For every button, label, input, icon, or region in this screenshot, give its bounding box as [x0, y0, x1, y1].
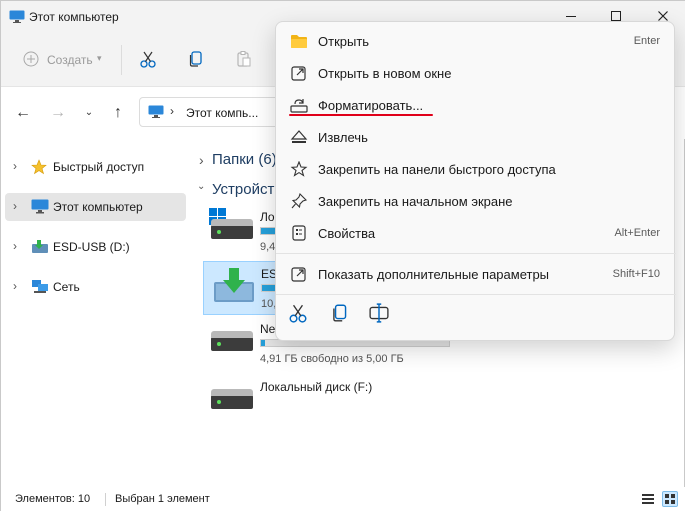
drive-free-space: 4,91 ГБ свободно из 5,00 ГБ [260, 353, 404, 365]
recent-chevron-icon[interactable]: ⌄ [78, 102, 100, 124]
sidebar-item-esd-usb[interactable]: › ESD-USB (D:) [5, 233, 186, 261]
context-menu: Открыть Enter Открыть в новом окне Форма… [275, 21, 676, 341]
back-arrow-icon[interactable]: ← [12, 102, 34, 124]
details-view-icon[interactable] [641, 492, 655, 506]
drive-tile[interactable]: Локальный диск (F:) [203, 375, 453, 429]
chevron-down-icon[interactable]: ⌄ [197, 181, 205, 192]
new-button-label[interactable]: Создать [47, 53, 93, 67]
menu-item-properties[interactable]: Свойства Alt+Enter [280, 218, 672, 248]
copy-icon[interactable] [330, 303, 354, 327]
menu-item-label: Свойства [318, 226, 376, 241]
menu-item-shortcut: Shift+F10 [612, 268, 660, 280]
sidebar-item-label: ESD-USB (D:) [53, 240, 130, 254]
drive-free-space: 10, [261, 298, 277, 310]
status-bar: Элементов: 10 Выбран 1 элемент [1, 487, 685, 511]
up-arrow-icon[interactable]: ↑ [107, 102, 129, 124]
properties-icon [290, 225, 308, 241]
cut-icon[interactable] [288, 303, 312, 327]
eject-icon [290, 129, 308, 145]
hdd-icon [211, 331, 253, 351]
sidebar-item-label: Быстрый доступ [53, 160, 145, 174]
hdd-icon [211, 389, 253, 409]
computer-icon [9, 10, 25, 23]
menu-item-shortcut: Enter [633, 35, 660, 47]
menu-item-label: Открыть в новом окне [318, 66, 452, 81]
chevron-right-icon[interactable]: › [13, 199, 17, 213]
menu-item-pin-quick-access[interactable]: Закрепить на панели быстрого доступа [280, 154, 672, 184]
sidebar-item-network[interactable]: › Сеть [5, 273, 186, 301]
menu-item-label: Показать дополнительные параметры [318, 267, 550, 282]
file-explorer-window: Этот компьютер Создать ▾ ← → ⌄ ↑ › Этот … [0, 0, 685, 511]
tiles-view-icon[interactable] [662, 491, 678, 507]
sidebar-item-label: Этот компьютер [53, 200, 143, 214]
window-title: Этот компьютер [29, 10, 119, 24]
sidebar-item-label: Сеть [53, 280, 80, 294]
chevron-right-icon[interactable]: › [199, 152, 204, 168]
computer-icon [148, 105, 164, 118]
folders-group-header[interactable]: Папки (6) [212, 151, 277, 168]
menu-item-open[interactable]: Открыть Enter [280, 26, 672, 56]
network-icon [31, 279, 49, 295]
rename-icon[interactable] [369, 303, 393, 327]
menu-item-label: Закрепить на начальном экране [318, 194, 513, 209]
paste-icon[interactable] [235, 50, 253, 68]
separator [121, 45, 122, 75]
chevron-down-icon: ▾ [97, 53, 102, 63]
menu-separator [276, 253, 676, 254]
folder-icon [290, 33, 308, 49]
status-selected: Выбран 1 элемент [115, 493, 210, 505]
menu-item-shortcut: Alt+Enter [614, 227, 660, 239]
menu-item-label: Закрепить на панели быстрого доступа [318, 162, 556, 177]
sidebar-item-this-pc[interactable]: › Этот компьютер [5, 193, 186, 221]
menu-item-eject[interactable]: Извлечь [280, 122, 672, 152]
drive-name: Ло [260, 210, 275, 224]
menu-item-open-new-window[interactable]: Открыть в новом окне [280, 58, 672, 88]
forward-arrow-icon[interactable]: → [47, 102, 69, 124]
more-options-icon [290, 266, 308, 282]
usb-drive-icon [212, 266, 256, 306]
plus-circle-icon [23, 51, 39, 67]
menu-item-label: Форматировать... [318, 98, 424, 113]
copy-icon[interactable] [187, 50, 205, 68]
drive-free-space: 9,4 [260, 241, 276, 253]
sidebar-item-quick-access[interactable]: › Быстрый доступ [5, 153, 186, 181]
chevron-right-icon[interactable]: › [13, 239, 17, 253]
menu-item-more-options[interactable]: Показать дополнительные параметры Shift+… [280, 259, 672, 289]
star-icon [31, 159, 49, 175]
open-new-window-icon [290, 65, 308, 81]
cut-icon[interactable] [139, 50, 157, 68]
computer-icon [31, 199, 49, 215]
drive-name: Ne [260, 322, 276, 336]
pin-icon [290, 192, 308, 209]
devices-group-header[interactable]: Устройст [212, 181, 274, 198]
chevron-right-icon[interactable]: › [13, 159, 17, 173]
annotation-underline [289, 114, 433, 116]
address-bar[interactable]: › Этот компь... [139, 97, 279, 127]
format-icon [290, 97, 308, 113]
hdd-icon [211, 219, 253, 239]
menu-item-label: Извлечь [318, 130, 368, 145]
menu-item-label: Открыть [318, 34, 370, 49]
status-divider [105, 493, 106, 506]
address-path[interactable]: Этот компь... [186, 106, 258, 120]
menu-item-pin-start[interactable]: Закрепить на начальном экране [280, 186, 672, 216]
pin-star-icon [290, 160, 308, 177]
chevron-right-icon[interactable]: › [13, 279, 17, 293]
path-separator-icon: › [170, 104, 174, 118]
menu-separator [276, 294, 676, 295]
drive-name: Локальный диск (F:) [260, 380, 373, 394]
drive-usage-bar [260, 227, 276, 235]
usb-drive-icon [31, 239, 49, 255]
status-items-count: Элементов: 10 [15, 493, 91, 505]
